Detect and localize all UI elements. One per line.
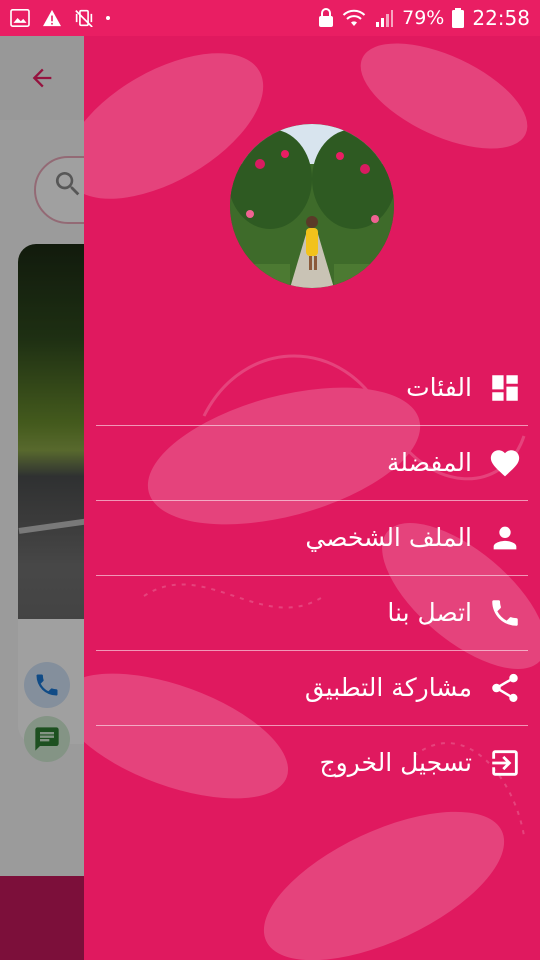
- clock: 22:58: [472, 6, 530, 30]
- menu-item-share-app[interactable]: مشاركة التطبيق: [96, 651, 528, 726]
- drawer-menu: الفئات المفضلة الملف الشخصي اتصل بنا مشا…: [96, 351, 528, 800]
- heart-icon: [490, 450, 520, 477]
- battery-percent: 79%: [402, 7, 445, 29]
- menu-label: مشاركة التطبيق: [304, 673, 472, 702]
- image-icon: [10, 9, 30, 27]
- logout-icon: [492, 750, 518, 776]
- menu-label: المفضلة: [386, 448, 472, 477]
- person-icon: [493, 526, 517, 550]
- battery-icon: [452, 8, 465, 28]
- menu-label: تسجيل الخروج: [319, 748, 472, 777]
- vibrate-off-icon: [75, 9, 93, 27]
- notification-dot: [106, 16, 110, 20]
- phone-icon: [492, 600, 518, 626]
- menu-item-logout[interactable]: تسجيل الخروج: [96, 726, 528, 800]
- wifi-icon: [342, 9, 366, 26]
- menu-item-categories[interactable]: الفئات: [96, 351, 528, 426]
- warning-icon: [43, 9, 61, 27]
- share-icon: [492, 673, 518, 703]
- navigation-drawer: الفئات المفضلة الملف الشخصي اتصل بنا مشا…: [84, 36, 540, 960]
- avatar-garden-photo: [230, 124, 394, 288]
- menu-label: الملف الشخصي: [305, 523, 472, 552]
- menu-item-contact-us[interactable]: اتصل بنا: [96, 576, 528, 651]
- dashboard-icon: [492, 375, 518, 401]
- status-bar: 79% 22:58: [0, 0, 540, 36]
- lock-icon: [319, 8, 334, 27]
- menu-item-favorites[interactable]: المفضلة: [96, 426, 528, 501]
- profile-avatar[interactable]: [230, 124, 394, 288]
- menu-item-profile[interactable]: الملف الشخصي: [96, 501, 528, 576]
- signal-icon: [376, 10, 394, 27]
- menu-label: الفئات: [406, 373, 472, 402]
- menu-label: اتصل بنا: [387, 598, 472, 627]
